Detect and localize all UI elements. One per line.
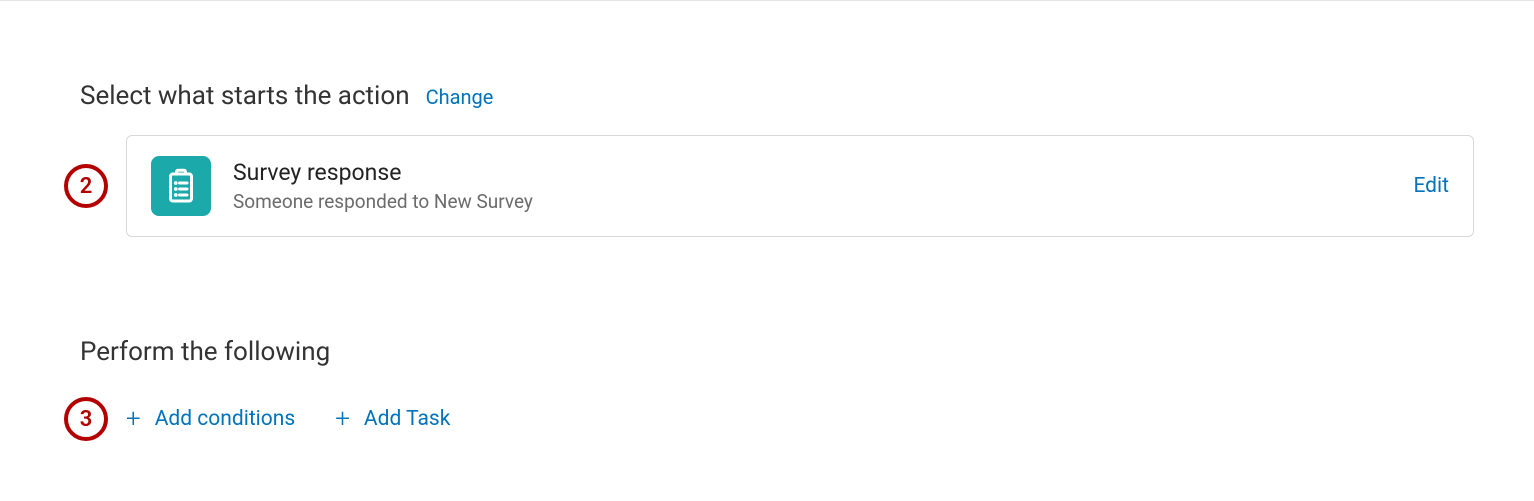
trigger-subtitle: Someone responded to New Survey bbox=[233, 190, 1391, 213]
step-number: 2 bbox=[80, 174, 93, 199]
plus-icon: + bbox=[126, 406, 141, 432]
step-number: 3 bbox=[80, 407, 93, 432]
trigger-title: Survey response bbox=[233, 159, 1391, 186]
add-task-button[interactable]: + Add Task bbox=[335, 406, 450, 432]
action-buttons: + Add conditions + Add Task bbox=[126, 406, 450, 432]
edit-link[interactable]: Edit bbox=[1413, 174, 1449, 198]
clipboard-icon bbox=[151, 156, 211, 216]
plus-icon: + bbox=[335, 406, 350, 432]
trigger-section-header: Select what starts the action Change bbox=[80, 81, 1474, 111]
add-task-label: Add Task bbox=[364, 407, 450, 431]
add-conditions-button[interactable]: + Add conditions bbox=[126, 406, 295, 432]
perform-heading: Perform the following bbox=[80, 337, 1474, 367]
add-conditions-label: Add conditions bbox=[155, 407, 296, 431]
trigger-text: Survey response Someone responded to New… bbox=[233, 159, 1391, 213]
change-link[interactable]: Change bbox=[426, 85, 494, 109]
perform-section: Perform the following 3 + Add conditions… bbox=[80, 337, 1474, 441]
trigger-row: 2 Survey response Someone responded to N… bbox=[80, 135, 1474, 237]
trigger-card[interactable]: Survey response Someone responded to New… bbox=[126, 135, 1474, 237]
step-badge-2: 2 bbox=[64, 164, 108, 208]
trigger-section-heading: Select what starts the action bbox=[80, 81, 410, 111]
perform-action-row: 3 + Add conditions + Add Task bbox=[80, 397, 1474, 441]
step-badge-3: 3 bbox=[64, 397, 108, 441]
